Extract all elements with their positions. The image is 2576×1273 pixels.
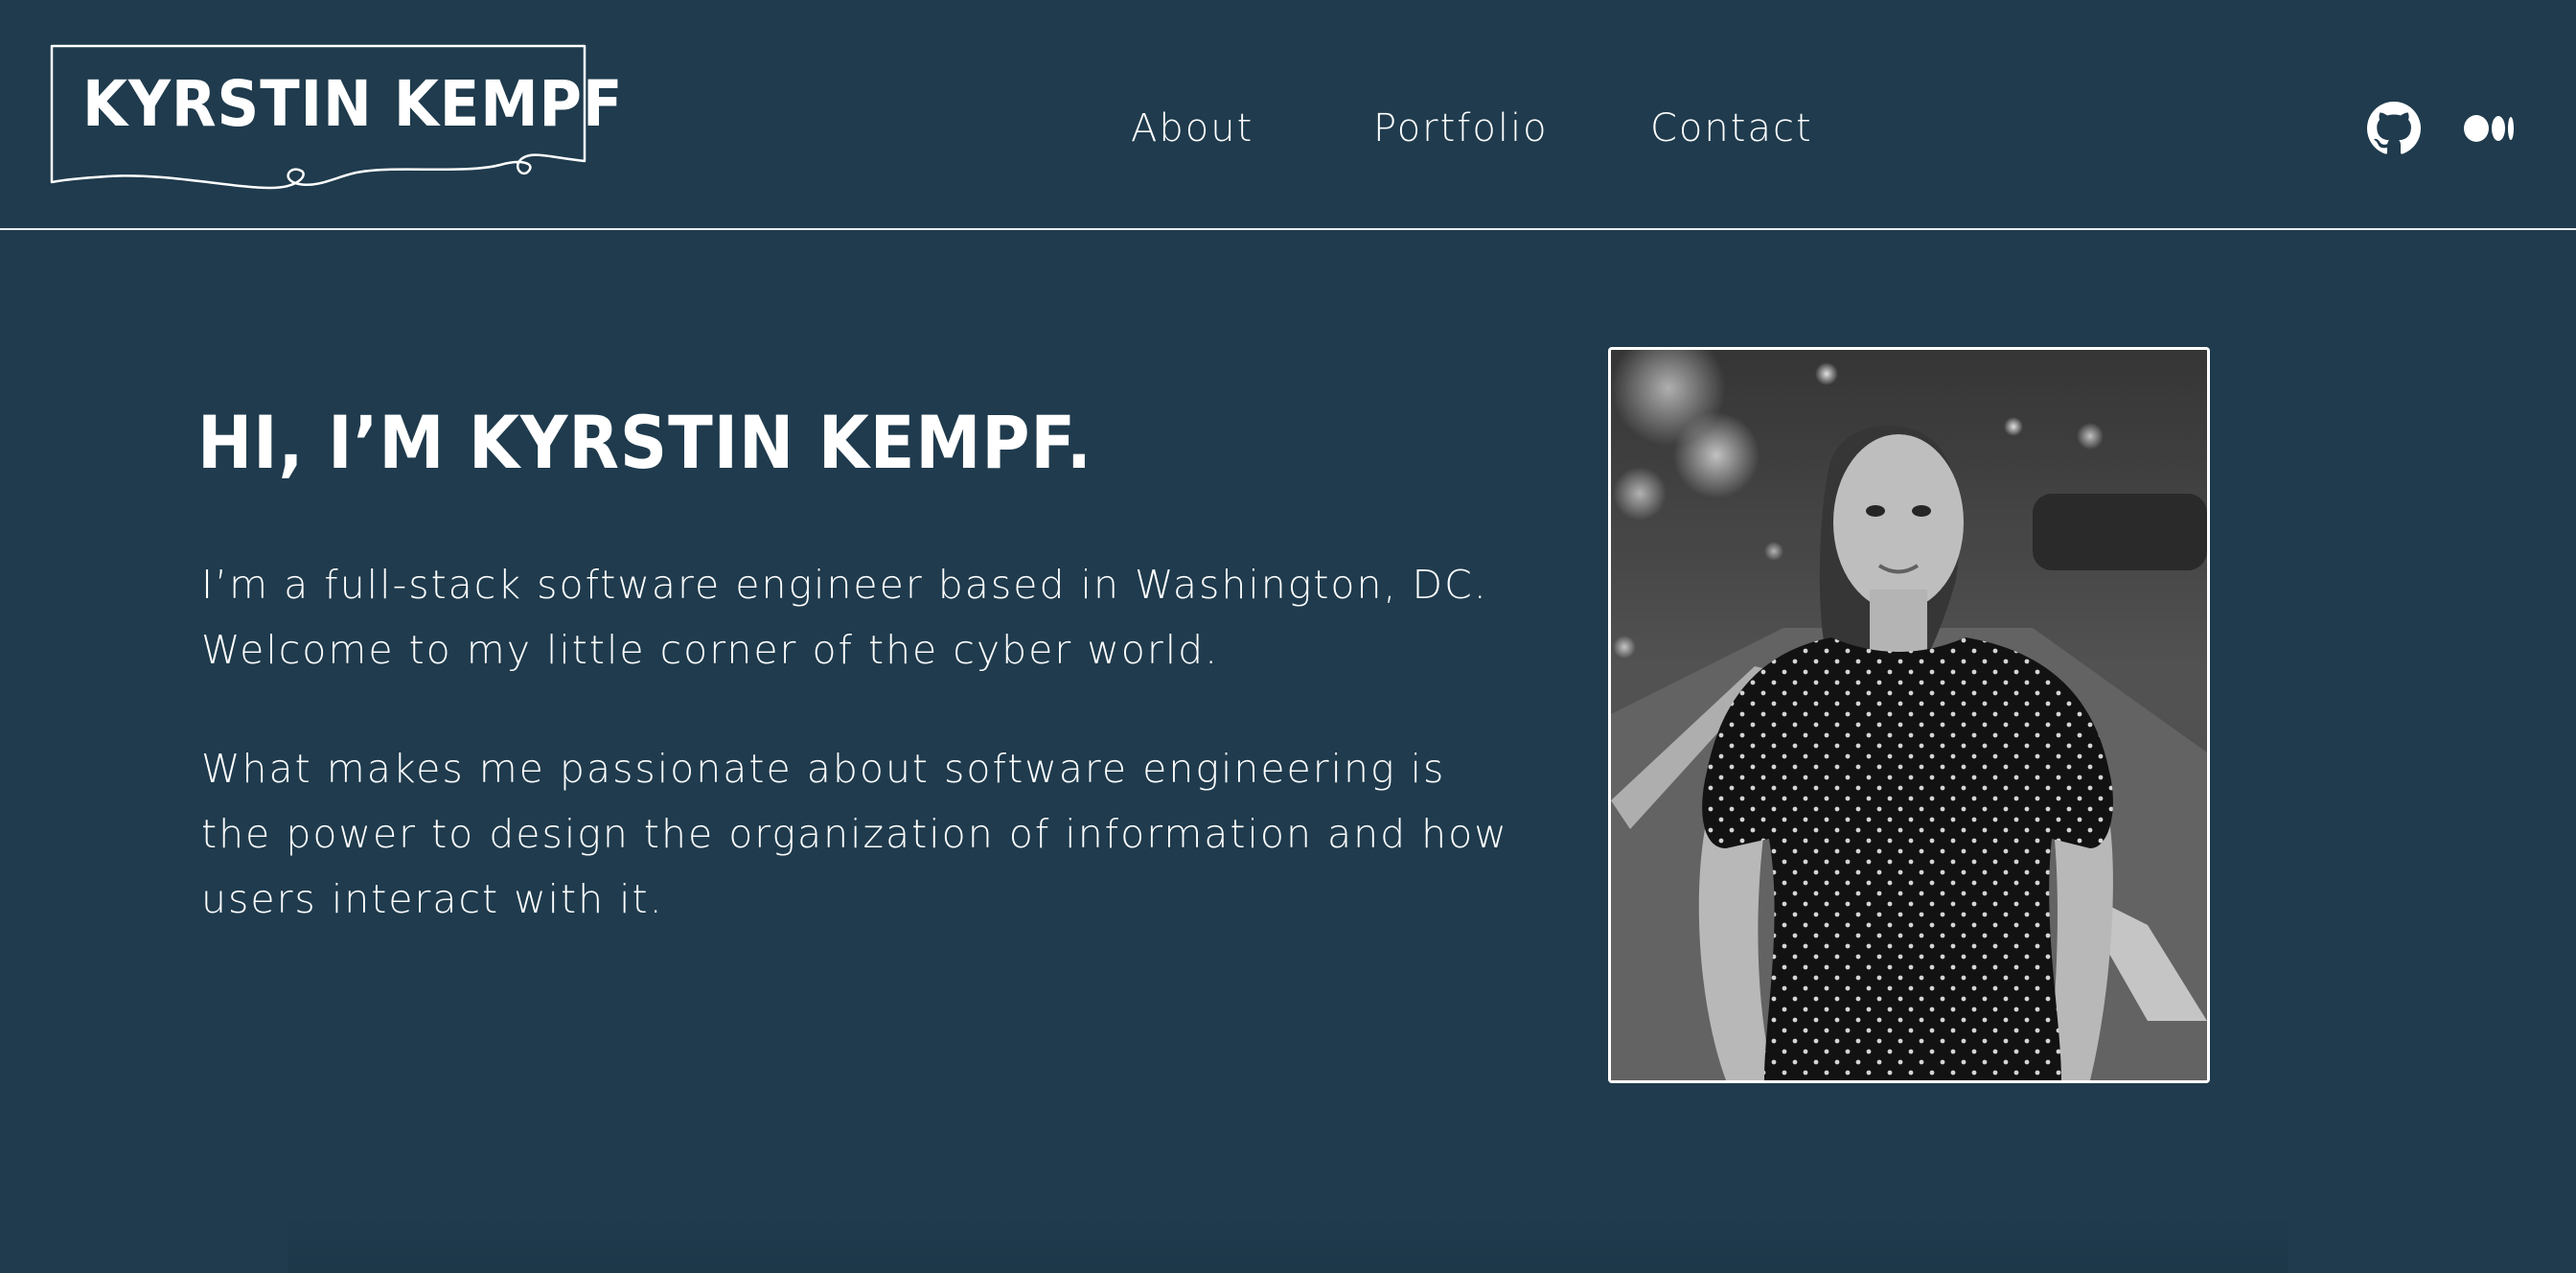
intro-paragraph: I’m a full-stack software engineer based… — [201, 562, 1488, 673]
passion-paragraph: What makes me passionate about software … — [201, 746, 1508, 922]
nav-contact-link[interactable]: Contact — [1650, 104, 1813, 153]
hero-title: HI, I’M KYRSTIN KEMPF. — [197, 400, 1092, 485]
site-header: KYRSTIN KEMPF About Portfolio Contact — [0, 0, 2576, 230]
medium-link[interactable] — [2463, 102, 2517, 159]
github-link[interactable] — [2367, 102, 2421, 159]
profile-photo — [1608, 347, 2210, 1083]
nav-about-link[interactable]: About — [1131, 104, 1254, 153]
medium-icon — [2464, 115, 2514, 142]
page: KYRSTIN KEMPF About Portfolio Contact HI… — [0, 0, 2576, 1273]
github-icon — [2367, 102, 2421, 154]
main-nav: About Portfolio Contact — [0, 104, 2576, 161]
portrait-image — [1611, 350, 2207, 1080]
section-fade — [288, 1215, 2288, 1273]
nav-portfolio-link[interactable]: Portfolio — [1373, 104, 1549, 153]
